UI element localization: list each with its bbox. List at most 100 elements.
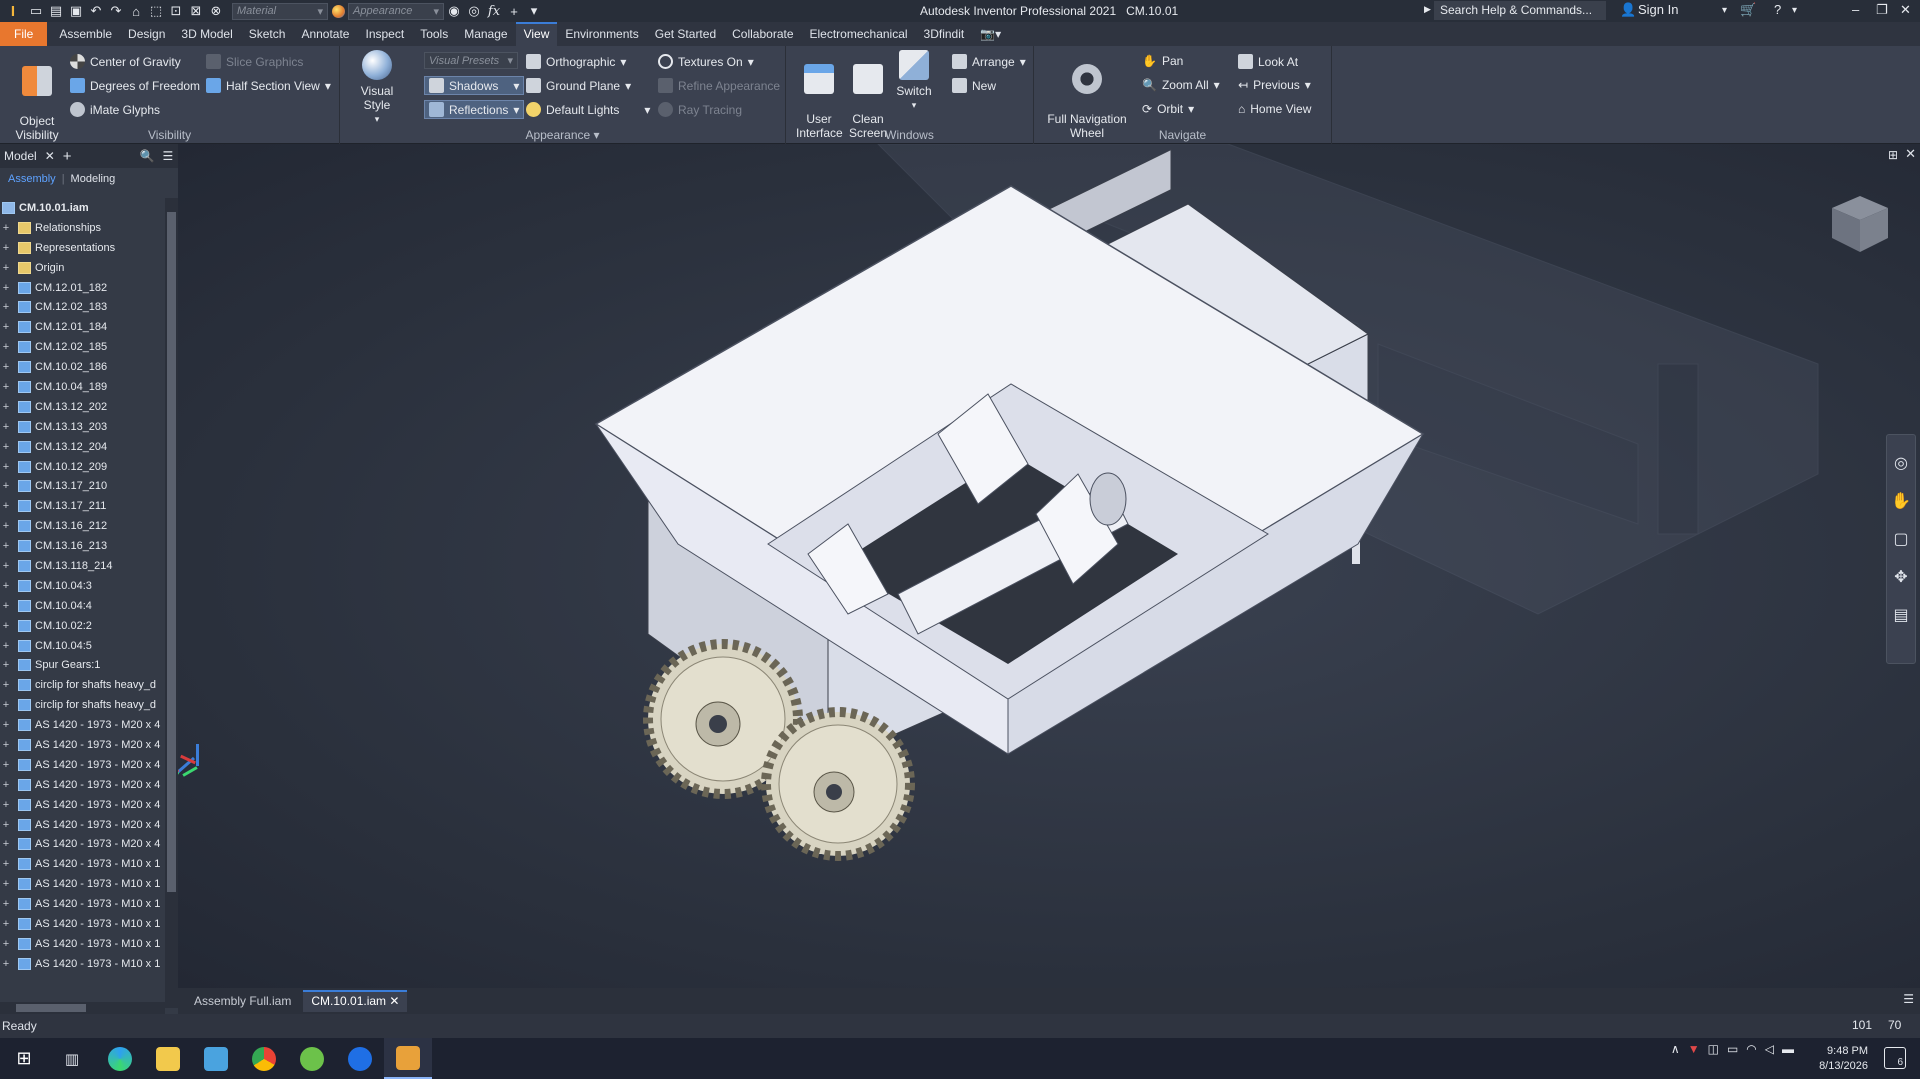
chevron-up-icon[interactable]: ∧ [1671,1042,1680,1056]
restore-icon[interactable]: ❐ [1876,2,1888,18]
refine-appearance-button[interactable]: Refine Appearance [658,78,780,93]
expand-icon[interactable]: + [0,938,12,950]
tab-get-started[interactable]: Get Started [647,22,724,46]
help-icon[interactable]: ? [1774,2,1781,17]
full-navigation-wheel-button[interactable]: Full Navigation Wheel [1044,50,1130,140]
wifi-icon[interactable]: ◠ [1746,1042,1756,1056]
expand-icon[interactable]: + [0,321,12,333]
tree-node[interactable]: + CM.13.12_204 [0,437,165,457]
measure-icon[interactable]: ⊡ [166,1,186,21]
tab-annotate[interactable]: Annotate [293,22,357,46]
zoom-all-button[interactable]: 🔍 Zoom All ▾ [1142,78,1220,92]
cart-icon[interactable]: 🛒 [1740,2,1756,18]
orbit-icon[interactable]: ✥ [1887,567,1915,587]
zoom-icon[interactable]: ▢ [1887,529,1915,549]
browser-scrollbar[interactable] [165,198,178,1008]
tab-manage[interactable]: Manage [456,22,515,46]
inventor-logo-icon[interactable]: I [0,1,26,21]
tree-node[interactable]: + AS 1420 - 1973 - M10 x 1 [0,854,165,874]
expand-icon[interactable]: + [0,838,12,850]
display-icon[interactable]: ▭ [1727,1042,1738,1056]
parameters-icon[interactable]: fx [484,1,504,21]
task-view-button[interactable]: ▥ [48,1038,96,1079]
slice-graphics-button[interactable]: Slice Graphics [206,54,303,69]
browser-tab-model[interactable]: Model [4,149,37,163]
expand-icon[interactable]: + [0,222,12,234]
expand-icon[interactable]: + [0,699,12,711]
chevron-down-icon[interactable]: ▾ [1792,5,1797,16]
search-icon[interactable]: 🔍 [140,149,155,163]
expand-icon[interactable]: + [0,242,12,254]
volume-icon[interactable]: ◁ [1765,1042,1774,1056]
close-icon[interactable]: ✕ [1900,2,1911,18]
imate-glyphs-button[interactable]: iMate Glyphs [70,102,160,117]
tree-node[interactable]: + CM.10.02_186 [0,357,165,377]
tree-node[interactable]: + CM.10.04:5 [0,636,165,656]
adjust-appearance-icon[interactable]: ◉ [444,1,464,21]
sign-in-link[interactable]: Sign In [1638,2,1678,17]
tree-node[interactable]: + AS 1420 - 1973 - M20 x 4 [0,735,165,755]
home-icon[interactable]: ⌂ [126,1,146,21]
file-explorer-app[interactable] [144,1038,192,1079]
tab-sketch[interactable]: Sketch [241,22,294,46]
textures-on-button[interactable]: Textures On ▾ [658,54,754,69]
document-tab[interactable]: Assembly Full.iam [186,990,299,1012]
camera-icon[interactable]: 📷▾ [972,22,1009,46]
green-app[interactable] [288,1038,336,1079]
previous-view-button[interactable]: ↤ Previous ▾ [1238,78,1311,92]
center-of-gravity-button[interactable]: Center of Gravity [70,54,181,69]
tree-node[interactable]: + AS 1420 - 1973 - M10 x 1 [0,914,165,934]
tab-assemble[interactable]: Assemble [51,22,120,46]
tree-node[interactable]: + CM.12.01_184 [0,317,165,337]
control-panel-app[interactable] [192,1038,240,1079]
tree-node[interactable]: + AS 1420 - 1973 - M20 x 4 [0,775,165,795]
save-icon[interactable]: ▣ [66,1,86,21]
expand-icon[interactable]: + [0,401,12,413]
tree-node[interactable]: + circlip for shafts heavy_d [0,695,165,715]
menu-icon[interactable]: ☰ [162,149,173,163]
tab-3dfindit[interactable]: 3Dfindit [916,22,973,46]
chevron-down-icon[interactable]: ▾ [594,128,600,142]
half-section-view-button[interactable]: Half Section View ▾ [206,78,331,93]
tree-node[interactable]: + CM.10.02:2 [0,616,165,636]
expand-icon[interactable]: + [0,421,12,433]
tree-node[interactable]: + CM.10.04:4 [0,596,165,616]
tree-node[interactable]: + CM.13.16_213 [0,536,165,556]
notifications-icon[interactable]: 6 [1884,1047,1906,1069]
scrollbar-thumb[interactable] [167,212,176,892]
visual-style-button[interactable]: Visual Style ▾ [348,50,406,126]
new-file-icon[interactable]: ▭ [26,1,46,21]
reflections-toggle[interactable]: Reflections ▾ [424,100,525,119]
tab-view[interactable]: View [515,22,558,46]
degrees-of-freedom-button[interactable]: Degrees of Freedom [70,78,200,93]
visual-presets-dropdown[interactable]: Visual Presets ▾ [424,52,518,69]
tab-menu-icon[interactable]: ☰ [1903,992,1914,1006]
expand-icon[interactable]: + [0,898,12,910]
expand-icon[interactable]: + [0,620,12,632]
tree-node[interactable]: + AS 1420 - 1973 - M20 x 4 [0,755,165,775]
tree-node[interactable]: + AS 1420 - 1973 - M20 x 4 [0,795,165,815]
tree-root[interactable]: CM.10.01.iam [0,198,165,218]
battery-icon[interactable]: ▬ [1782,1042,1794,1056]
tree-node[interactable]: + AS 1420 - 1973 - M20 x 4 [0,815,165,835]
tree-node[interactable]: + CM.13.17_211 [0,496,165,516]
minimize-icon[interactable]: – [1852,2,1859,17]
expand-icon[interactable]: + [0,301,12,313]
customize-icon[interactable]: ▾ [524,1,544,21]
open-file-icon[interactable]: ▤ [46,1,66,21]
close-icon[interactable]: ✕ [45,149,55,163]
chevron-down-icon[interactable]: ▾ [1722,5,1727,16]
expand-icon[interactable]: + [0,560,12,572]
tree-node[interactable]: + AS 1420 - 1973 - M10 x 1 [0,874,165,894]
tree-node[interactable]: + CM.10.12_209 [0,457,165,477]
expand-icon[interactable]: + [0,282,12,294]
appearance-dropdown[interactable]: Appearance ▾ [348,2,444,20]
subtab-modeling[interactable]: Modeling [71,173,116,185]
edge-app[interactable] [96,1038,144,1079]
tree-node[interactable]: + Relationships [0,218,165,238]
tree-node[interactable]: + CM.12.01_182 [0,278,165,298]
expand-icon[interactable]: + [0,659,12,671]
tree-node[interactable]: + CM.13.16_212 [0,516,165,536]
hscroll-thumb[interactable] [16,1004,86,1012]
home-view-button[interactable]: ⌂ Home View [1238,102,1311,116]
